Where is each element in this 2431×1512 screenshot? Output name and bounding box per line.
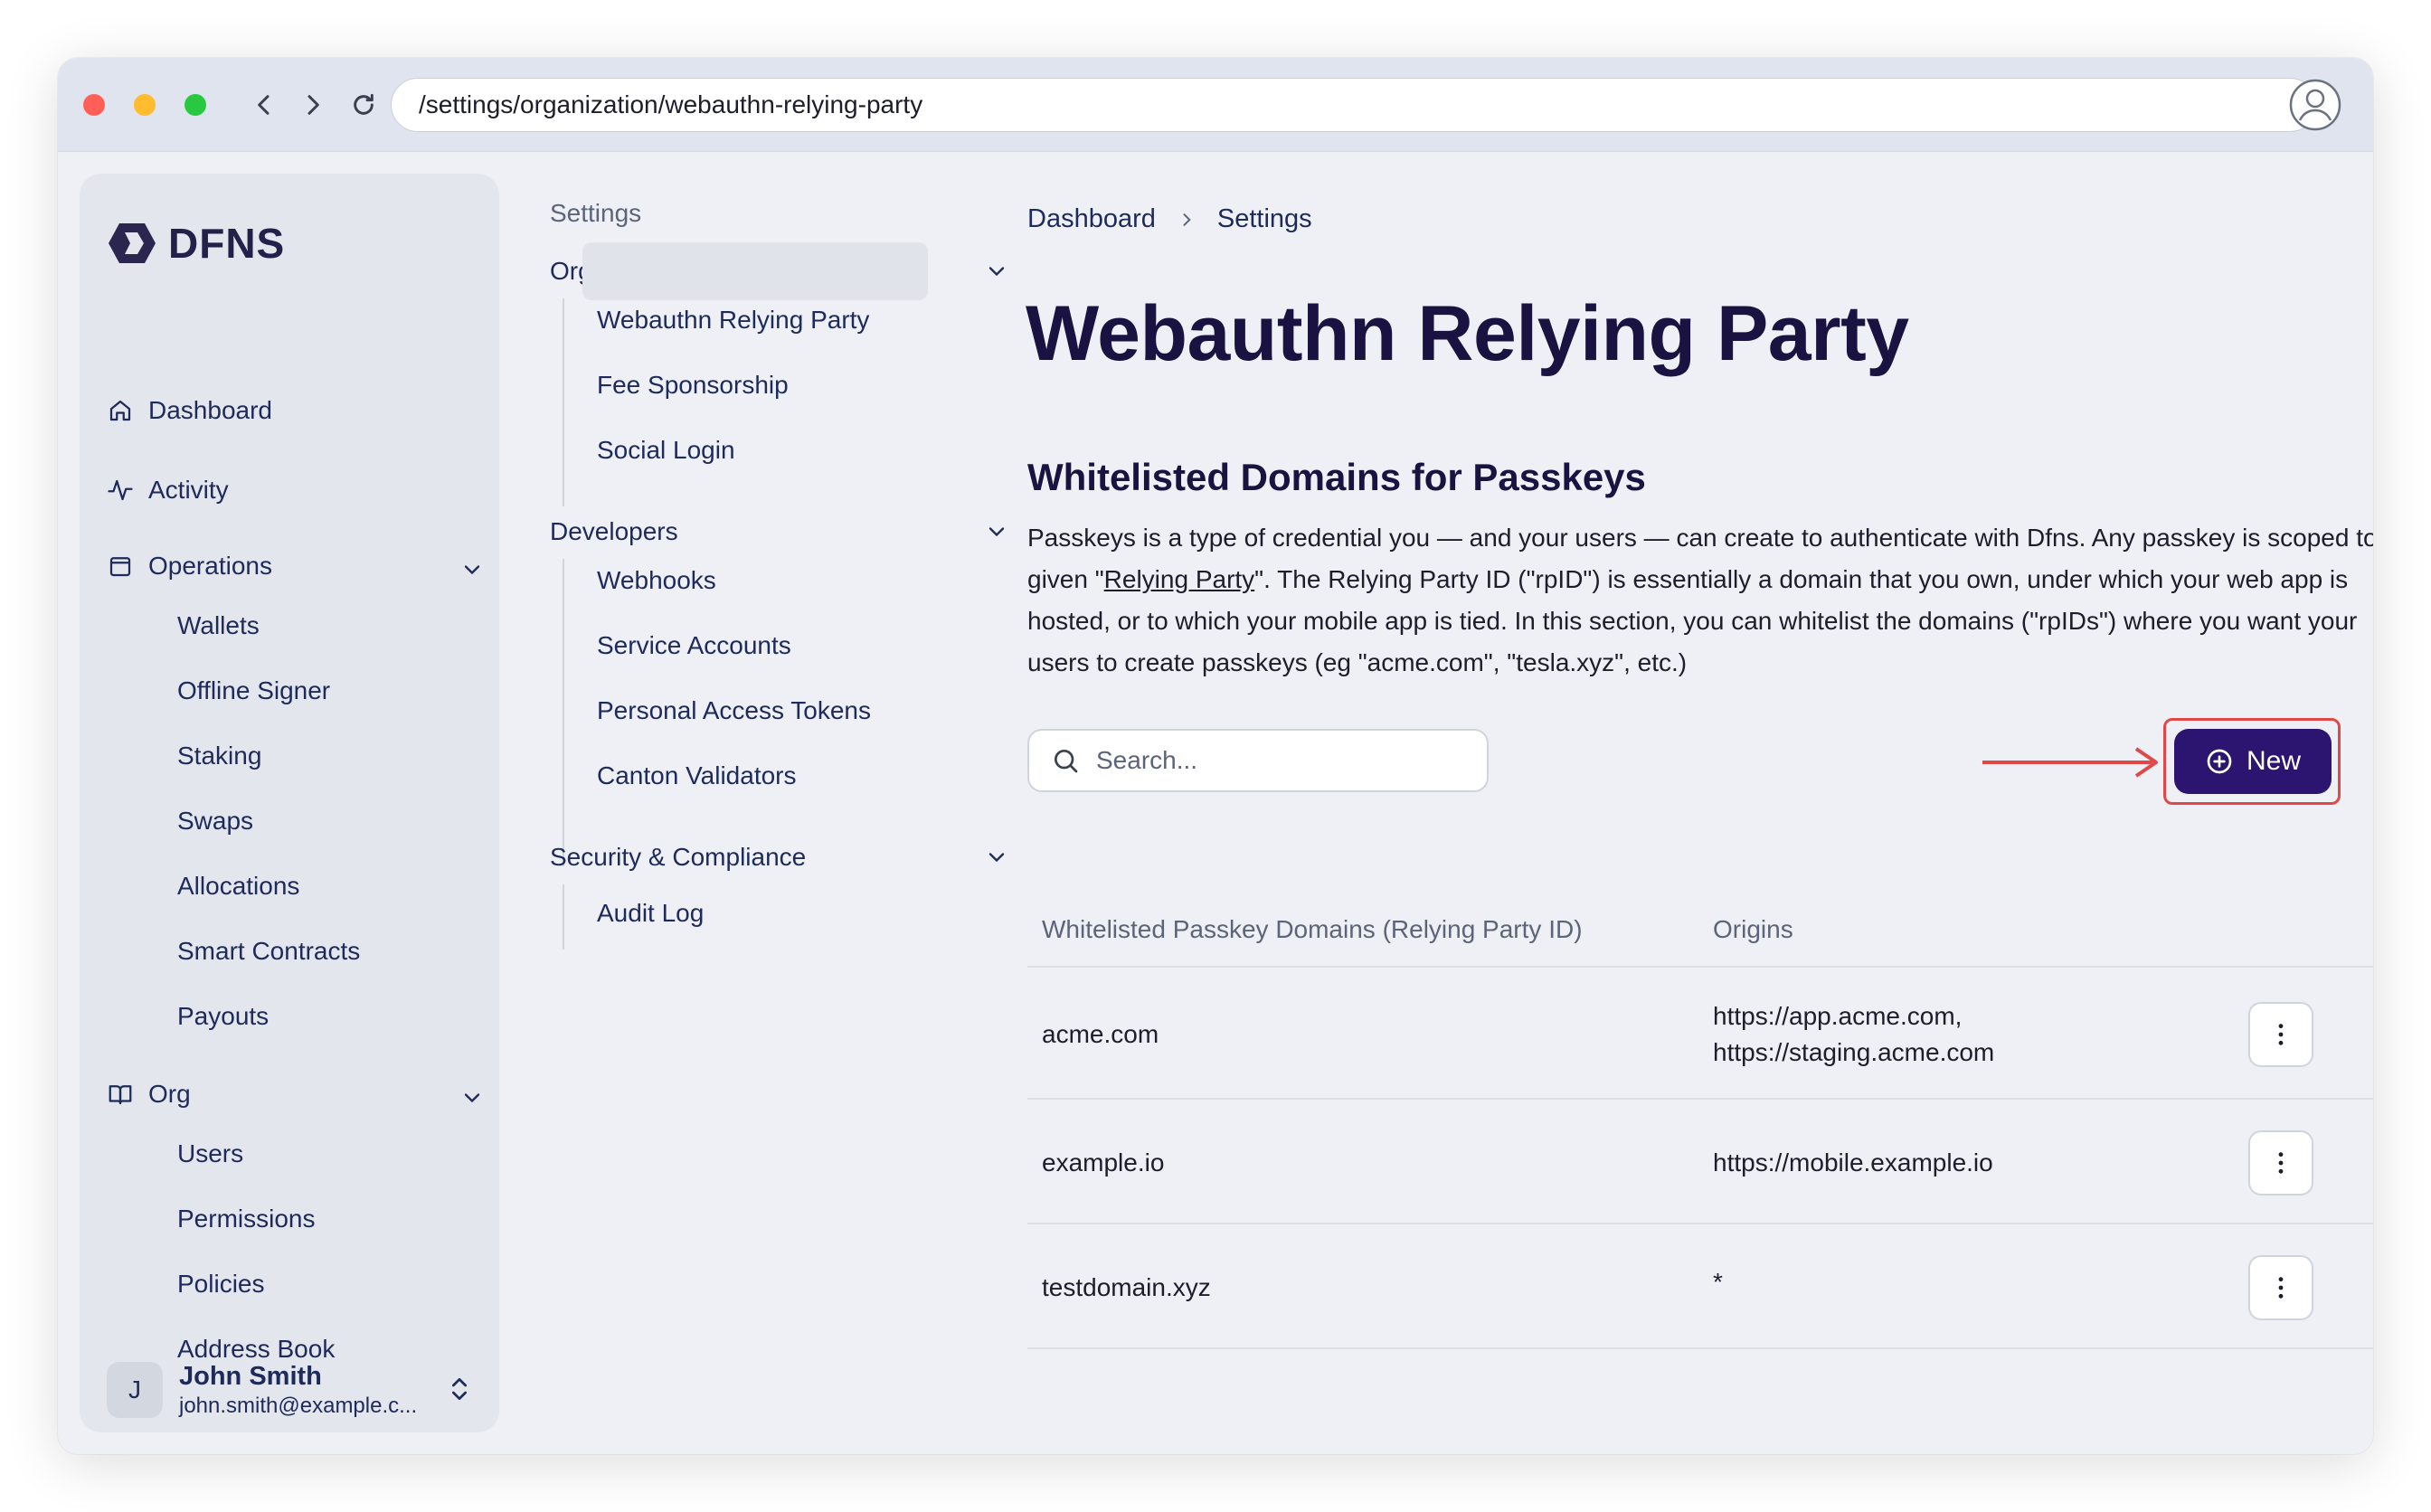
search-field[interactable] [1027,729,1489,792]
settings-group-security-compliance[interactable]: Security & Compliance [550,843,806,872]
reload-icon[interactable] [344,85,383,125]
sidebar-item-users[interactable]: Users [177,1139,243,1168]
search-icon [1055,750,1078,773]
page-title: Webauthn Relying Party [1026,290,1909,377]
sidebar-item-activity[interactable]: Activity [107,476,229,505]
search-input[interactable] [1096,746,1458,775]
nav-divider [563,298,564,506]
settings-item-canton-validators[interactable]: Canton Validators [597,761,797,790]
sidebar-item-smart-contracts[interactable]: Smart Contracts [177,937,360,966]
sidebar-item-dashboard[interactable]: Dashboard [107,396,272,425]
sidebar-item-staking[interactable]: Staking [177,742,261,770]
active-nav-highlight [582,242,928,300]
sidebar-item-allocations[interactable]: Allocations [177,872,299,901]
chevron-down-icon[interactable] [459,1085,485,1110]
user-info: John Smith john.smith@example.c... [179,1362,417,1419]
chevron-down-icon[interactable] [984,845,1009,870]
more-vertical-icon [2278,1152,2284,1174]
home-icon [109,400,131,421]
chevron-right-icon [1183,213,1191,226]
sidebar-group-org[interactable]: Org [107,1080,191,1109]
row-origin: * [1713,1268,1723,1296]
sidebar-item-policies[interactable]: Policies [177,1270,264,1299]
chevron-up-down-icon[interactable] [445,1375,474,1403]
settings-item-personal-access-tokens[interactable]: Personal Access Tokens [597,696,871,725]
row-actions-button[interactable] [2248,1002,2313,1067]
dfns-logo-icon [109,223,156,263]
row-domain: testdomain.xyz [1042,1273,1211,1301]
settings-item-service-accounts[interactable]: Service Accounts [597,631,791,660]
browser-toolbar: /settings/organization/webauthn-relying-… [58,58,2373,152]
sidebar: DFNS Dashboard Activity Operations Walle… [80,174,499,1432]
sidebar-item-payouts[interactable]: Payouts [177,1002,269,1031]
minimize-window-button[interactable] [134,94,156,116]
row-actions-button[interactable] [2248,1130,2313,1195]
avatar: J [107,1362,163,1418]
user-name: John Smith [179,1361,322,1391]
annotation-arrow [1982,747,2158,778]
breadcrumb-dashboard[interactable]: Dashboard [1027,204,1156,234]
row-domain: example.io [1042,1148,1165,1177]
settings-item-fee-sponsorship[interactable]: Fee Sponsorship [597,371,789,400]
column-header-origins: Origins [1713,915,1793,943]
dfns-logo[interactable]: DFNS [107,219,285,268]
nav-divider [563,559,564,866]
settings-item-webhooks[interactable]: Webhooks [597,566,716,595]
table-divider [1027,1098,2373,1100]
sidebar-item-permissions[interactable]: Permissions [177,1205,315,1233]
sidebar-item-offline-signer[interactable]: Offline Signer [177,676,330,705]
section-description: Passkeys is a type of credential you — a… [1027,517,2373,684]
calendar-icon [109,557,131,577]
sidebar-item-label: Dashboard [148,396,272,424]
sidebar-group-label: Org [148,1080,191,1108]
sidebar-item-label: Activity [148,476,229,504]
row-origin: https://mobile.example.io [1713,1148,1993,1177]
settings-group-developers[interactable]: Developers [550,517,678,546]
user-menu[interactable]: J John Smith john.smith@example.c... [107,1358,478,1422]
table-divider [1027,966,2373,968]
row-origin: https://app.acme.com, [1713,1002,1963,1030]
more-vertical-icon [2278,1024,2284,1045]
row-actions-button[interactable] [2248,1255,2313,1320]
breadcrumb: Dashboard Settings [1027,204,1312,234]
breadcrumb-settings[interactable]: Settings [1217,204,1312,234]
more-vertical-icon [2278,1277,2284,1299]
back-icon[interactable] [244,85,284,125]
url-text: /settings/organization/webauthn-relying-… [419,90,923,118]
chevron-down-icon[interactable] [984,519,1009,544]
settings-item-social-login[interactable]: Social Login [597,436,735,465]
sidebar-group-operations[interactable]: Operations [107,552,272,581]
logo-text: DFNS [168,220,286,267]
settings-item-webauthn-relying-party[interactable]: Webauthn Relying Party [597,306,869,335]
profile-icon[interactable] [2288,78,2342,132]
user-email: john.smith@example.c... [179,1393,418,1418]
settings-item-audit-log[interactable]: Audit Log [597,899,704,928]
relying-party-link[interactable]: Relying Party [1104,565,1255,593]
close-window-button[interactable] [83,94,105,116]
sidebar-item-wallets[interactable]: Wallets [177,611,260,640]
row-domain: acme.com [1042,1020,1159,1048]
table-divider [1027,1223,2373,1224]
row-origin: https://staging.acme.com [1713,1038,1995,1066]
plus-circle-icon [2207,749,2232,774]
sidebar-item-swaps[interactable]: Swaps [177,807,253,836]
address-bar[interactable]: /settings/organization/webauthn-relying-… [391,78,2317,132]
column-header-domain: Whitelisted Passkey Domains (Relying Par… [1042,915,1583,943]
section-title: Whitelisted Domains for Passkeys [1027,456,1646,498]
nav-divider [563,884,564,950]
maximize-window-button[interactable] [184,94,206,116]
chevron-down-icon[interactable] [459,557,485,582]
new-domain-button[interactable]: New [2174,729,2332,794]
book-icon [109,1085,132,1105]
browser-window: /settings/organization/webauthn-relying-… [58,58,2373,1454]
activity-icon [108,479,133,501]
forward-icon[interactable] [293,85,333,125]
new-button-label: New [2246,746,2301,776]
sidebar-group-label: Operations [148,552,272,580]
settings-nav-title: Settings [550,199,642,227]
table-divider [1027,1347,2373,1349]
chevron-down-icon[interactable] [984,259,1009,284]
